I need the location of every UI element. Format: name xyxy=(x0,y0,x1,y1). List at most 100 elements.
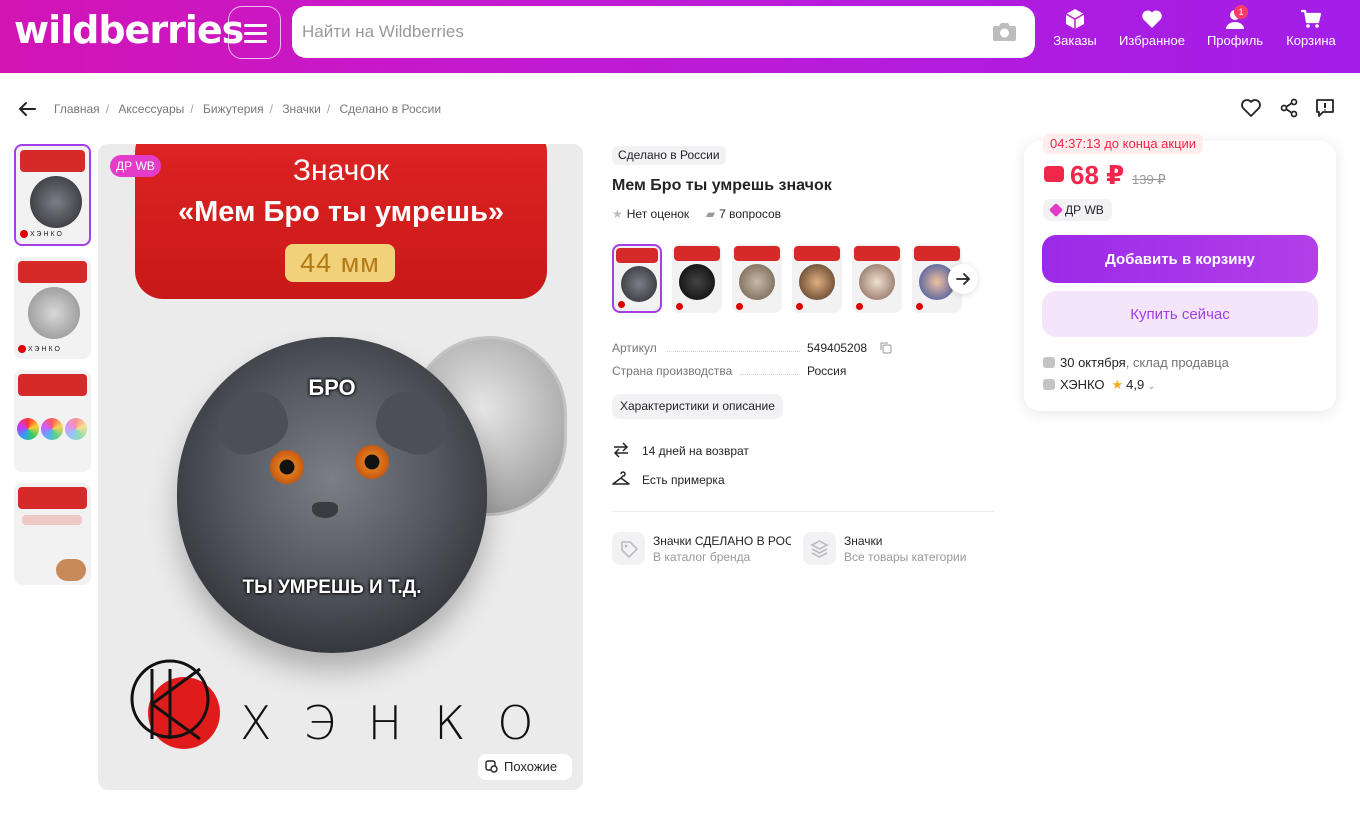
nav-orders[interactable]: Заказы xyxy=(1050,8,1100,58)
thumb-image xyxy=(65,418,87,440)
cat-bottom-text: ТЫ УМРЕШЬ И Т.Д. xyxy=(242,577,422,598)
image-size-label: 44 мм xyxy=(285,244,395,282)
old-price: 139 ₽ xyxy=(1132,172,1166,187)
image-title-line2: «Мем Бро ты умрешь» xyxy=(177,196,505,228)
seller-info[interactable]: ХЭНКО ★ 4,9 ⌄ xyxy=(1043,377,1156,393)
image-title-line1: Значок xyxy=(292,154,390,187)
country-value: Россия xyxy=(807,364,847,378)
cat-eye xyxy=(270,450,304,484)
delivery-info: 30 октября, склад продавца xyxy=(1043,355,1229,370)
similar-icon xyxy=(485,760,498,773)
thumb-image xyxy=(56,559,86,581)
rating-text[interactable]: Нет оценок xyxy=(627,207,689,221)
category-link-title: Значки xyxy=(844,534,883,548)
favorite-heart-icon[interactable] xyxy=(1240,97,1262,119)
similar-button-label: Похожие xyxy=(504,759,558,774)
breadcrumb-item[interactable]: Аксессуары xyxy=(118,102,184,116)
variants-next-button[interactable] xyxy=(948,264,978,294)
breadcrumb-item[interactable]: Главная xyxy=(54,102,100,116)
thumb-brand: ХЭНКО xyxy=(18,345,62,353)
star-icon: ★ xyxy=(612,207,623,221)
nav-profile[interactable]: 1 Профиль xyxy=(1204,5,1266,58)
category-link[interactable]: Значки Все товары категории xyxy=(803,532,985,568)
promo-tag-label: ДР WB xyxy=(1065,203,1104,217)
questions-icon: ▰ xyxy=(705,207,716,221)
gallery-thumb[interactable]: ХЭНКО xyxy=(14,257,91,359)
variant-thumb[interactable] xyxy=(612,244,662,313)
gallery-thumb[interactable] xyxy=(14,483,91,585)
thumb-image xyxy=(17,418,39,440)
heart-icon xyxy=(1142,10,1162,28)
seller-name[interactable]: ХЭНКО xyxy=(1060,377,1105,392)
buy-now-button[interactable]: Купить сейчас xyxy=(1042,291,1318,337)
main-product-image[interactable]: Значок «Мем Бро ты умрешь» 44 мм БРО ТЫ … xyxy=(98,144,583,790)
breadcrumb-item[interactable]: Сделано в России xyxy=(340,102,442,116)
gallery-thumb[interactable] xyxy=(14,370,91,472)
feature-fitting-label: Есть примерка xyxy=(642,473,725,487)
brand-link-subtitle: В каталог бренда xyxy=(653,550,751,564)
article-value[interactable]: 549405208 xyxy=(807,341,867,355)
badge-cat-image: БРО ТЫ УМРЕШЬ И Т.Д. xyxy=(177,337,487,653)
questions-link[interactable]: 7 вопросов xyxy=(719,207,781,221)
warehouse-icon xyxy=(1043,357,1055,368)
tag-icon xyxy=(612,532,645,565)
characteristics-button[interactable]: Характеристики и описание xyxy=(612,394,783,419)
report-icon[interactable] xyxy=(1314,97,1336,119)
promo-tag[interactable]: ДР WB xyxy=(1043,199,1112,221)
cat-nose xyxy=(312,502,338,518)
param-article: Артикул 549405208 xyxy=(612,341,995,355)
breadcrumb: Главная / Аксессуары / Бижутерия / Значки / … xyxy=(54,102,442,116)
thumb-banner xyxy=(18,374,87,396)
thumb-banner xyxy=(18,261,87,283)
product-title: Мем Бро ты умрешь значок xyxy=(612,177,832,194)
search-input[interactable] xyxy=(302,6,982,58)
feature-return-label: 14 дней на возврат xyxy=(642,444,749,458)
brand-logo-icon xyxy=(130,659,220,749)
header: wildberries Заказы Избранное 1 Профиль xyxy=(0,0,1360,73)
chevron-down-icon[interactable]: ⌄ xyxy=(1147,381,1155,392)
nav-cart-label: Корзина xyxy=(1286,33,1336,48)
variant-thumb[interactable] xyxy=(732,244,782,313)
variant-thumb[interactable] xyxy=(852,244,902,313)
star-icon: ★ xyxy=(1111,377,1124,392)
variant-thumb[interactable] xyxy=(792,244,842,313)
thumb-banner xyxy=(20,150,85,172)
cart-icon xyxy=(1301,9,1322,28)
return-icon xyxy=(613,442,629,458)
brand-catalog-link[interactable]: Значки СДЕЛАНО В РОССИИ В каталог бренда xyxy=(612,532,794,568)
param-label: Страна производства xyxy=(612,364,733,378)
add-to-cart-button[interactable]: Добавить в корзину xyxy=(1042,235,1318,283)
product-rating: ★ Нет оценок ▰ 7 вопросов xyxy=(612,207,781,221)
hanger-icon xyxy=(612,471,630,485)
category-link-subtitle: Все товары категории xyxy=(844,550,967,564)
variant-thumb[interactable] xyxy=(672,244,722,313)
search-box xyxy=(292,6,1035,58)
feature-return: 14 дней на возврат xyxy=(612,442,749,458)
gallery-thumb[interactable]: ХЭНКО xyxy=(14,144,91,246)
image-banner: Значок «Мем Бро ты умрешь» 44 мм xyxy=(135,144,547,299)
menu-icon xyxy=(244,24,267,27)
seller-rating: 4,9 xyxy=(1126,377,1145,392)
image-brand-name: ХЭНКО xyxy=(240,696,566,750)
breadcrumb-item[interactable]: Бижутерия xyxy=(203,102,264,116)
similar-button[interactable]: Похожие xyxy=(478,754,572,780)
delivery-source: , склад продавца xyxy=(1125,355,1229,370)
box-icon xyxy=(1065,9,1085,29)
breadcrumb-item[interactable]: Значки xyxy=(282,102,321,116)
copy-icon[interactable] xyxy=(880,342,892,354)
menu-button[interactable] xyxy=(228,6,281,59)
made-in-russia-tag[interactable]: Сделано в России xyxy=(612,146,726,165)
camera-icon[interactable] xyxy=(992,21,1017,42)
share-icon[interactable] xyxy=(1278,97,1300,119)
menu-icon-bar xyxy=(244,40,267,43)
back-arrow-icon[interactable] xyxy=(17,99,37,119)
price: 68 ₽ xyxy=(1044,160,1124,191)
nav-favorites-label: Избранное xyxy=(1119,33,1185,48)
nav-cart[interactable]: Корзина xyxy=(1282,8,1340,58)
thumb-brand: ХЭНКО xyxy=(20,230,64,238)
feature-fitting: Есть примерка xyxy=(612,471,725,487)
brand-link-title: Значки СДЕЛАНО В РОССИИ xyxy=(653,534,791,548)
wildberries-logo[interactable]: wildberries xyxy=(14,8,244,52)
current-price: 68 ₽ xyxy=(1070,160,1125,190)
nav-favorites[interactable]: Избранное xyxy=(1116,8,1188,58)
